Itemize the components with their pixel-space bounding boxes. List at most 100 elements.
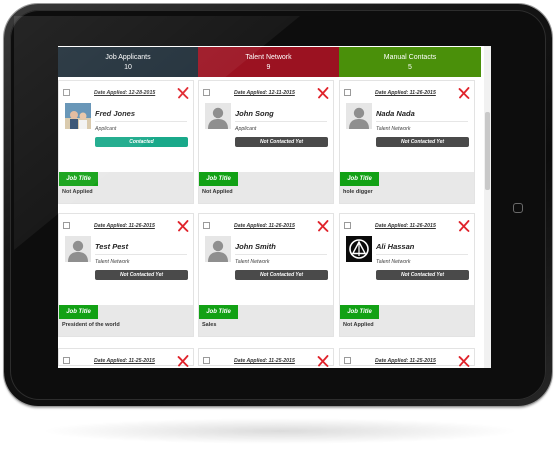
delete-x-icon[interactable] (177, 220, 189, 232)
tab-count: 5 (408, 64, 412, 71)
job-title-value: Not Applied (202, 189, 233, 195)
candidate-source: Talent Network (235, 259, 270, 265)
delete-x-icon[interactable] (177, 87, 189, 99)
select-checkbox[interactable] (203, 222, 210, 229)
select-checkbox[interactable] (344, 89, 351, 96)
candidate-card[interactable]: Date Applied: 11-26-2015 Ali Hassan Talent… (339, 213, 475, 337)
tab-count: 9 (266, 64, 271, 71)
divider (235, 121, 327, 122)
divider (376, 121, 468, 122)
select-checkbox[interactable] (203, 89, 210, 96)
candidate-card[interactable]: Date Applied: 12-11-2015 John Song Applica… (198, 80, 334, 204)
candidate-card[interactable]: Date Applied: 11-26-2015 Nada Nada Talent … (339, 80, 475, 204)
logo-avatar (346, 236, 372, 262)
person-silhouette-icon (205, 236, 231, 262)
avatar (205, 236, 231, 262)
delete-x-icon[interactable] (317, 87, 329, 99)
status-button[interactable]: Contacted (95, 137, 188, 147)
tablet-screen: Job Applicants 10 Talent Network 9 Manua… (58, 46, 491, 368)
candidate-name[interactable]: Ali Hassan (376, 242, 414, 251)
candidate-card[interactable]: Date Applied: 12-28-2015 Fred Jones Applic… (58, 80, 194, 204)
person-silhouette-icon (205, 103, 231, 129)
candidate-card[interactable]: Date Applied: 11-25-2015 (58, 348, 194, 367)
candidate-name[interactable]: Nada Nada (376, 109, 415, 118)
divider (95, 121, 187, 122)
delete-x-icon[interactable] (458, 87, 470, 99)
avatar (346, 103, 372, 129)
job-title-value: Not Applied (343, 322, 374, 328)
job-title-value: President of the world (62, 322, 120, 328)
delete-x-icon[interactable] (458, 355, 470, 367)
tab-label: Talent Network (245, 54, 292, 61)
tab-label: Job Applicants (105, 54, 151, 61)
date-applied: Date Applied: 11-26-2015 (375, 223, 436, 229)
job-title-section: Job Title Not Applied (199, 172, 333, 203)
job-title-badge: Job Title (199, 172, 238, 186)
tab-count: 10 (124, 64, 132, 71)
candidate-card[interactable]: Date Applied: 11-26-2015 Test Pest Talent … (58, 213, 194, 337)
candidate-name[interactable]: Test Pest (95, 242, 128, 251)
job-title-section: Job Title Not Applied (59, 172, 193, 203)
date-applied: Date Applied: 11-26-2015 (234, 223, 295, 229)
job-title-badge: Job Title (199, 305, 238, 319)
delete-x-icon[interactable] (177, 355, 189, 367)
status-button[interactable]: Not Contacted Yet (95, 270, 188, 280)
job-title-section: Job Title hole digger (340, 172, 474, 203)
job-title-section: Job Title Not Applied (340, 305, 474, 336)
select-checkbox[interactable] (344, 357, 351, 364)
tab-job-applicants[interactable]: Job Applicants 10 (58, 47, 198, 77)
tab-label: Manual Contacts (383, 54, 437, 61)
tab-talent-network[interactable]: Talent Network 9 (198, 47, 339, 77)
divider (95, 254, 187, 255)
scrollbar-thumb[interactable] (485, 112, 490, 190)
contact-tabs: Job Applicants 10 Talent Network 9 Manua… (58, 47, 481, 77)
tab-manual-contacts[interactable]: Manual Contacts 5 (339, 47, 481, 77)
date-applied: Date Applied: 12-11-2015 (234, 90, 295, 96)
job-title-value: Not Applied (62, 189, 93, 195)
job-title-badge: Job Title (59, 172, 98, 186)
date-applied: Date Applied: 11-25-2015 (94, 358, 155, 364)
job-title-badge: Job Title (59, 305, 98, 319)
avatar (65, 103, 91, 129)
job-title-badge: Job Title (340, 172, 379, 186)
candidate-name[interactable]: Fred Jones (95, 109, 135, 118)
home-button[interactable] (513, 203, 523, 213)
job-title-value: Sales (202, 322, 217, 328)
status-button[interactable]: Not Contacted Yet (235, 270, 328, 280)
job-title-value: hole digger (343, 189, 373, 195)
date-applied: Date Applied: 11-26-2015 (375, 90, 436, 96)
status-button[interactable]: Not Contacted Yet (376, 270, 469, 280)
device-shadow (40, 418, 520, 444)
candidate-name[interactable]: John Song (235, 109, 274, 118)
candidate-source: Applicant (235, 126, 257, 132)
avatar (65, 236, 91, 262)
status-button[interactable]: Not Contacted Yet (376, 137, 469, 147)
delete-x-icon[interactable] (317, 355, 329, 367)
candidate-card[interactable]: Date Applied: 11-25-2015 (198, 348, 334, 367)
candidate-card[interactable]: Date Applied: 11-25-2015 (339, 348, 475, 367)
candidate-source: Talent Network (95, 259, 130, 265)
job-title-section: Job Title President of the world (59, 305, 193, 336)
status-button[interactable]: Not Contacted Yet (235, 137, 328, 147)
delete-x-icon[interactable] (317, 220, 329, 232)
select-checkbox[interactable] (344, 222, 351, 229)
candidate-name[interactable]: John Smith (235, 242, 276, 251)
divider (235, 254, 327, 255)
select-checkbox[interactable] (63, 222, 70, 229)
candidate-source: Talent Network (376, 126, 411, 132)
date-applied: Date Applied: 12-28-2015 (94, 90, 156, 96)
job-title-badge: Job Title (340, 305, 379, 319)
select-checkbox[interactable] (203, 357, 210, 364)
date-applied: Date Applied: 11-25-2015 (234, 358, 295, 364)
select-checkbox[interactable] (63, 89, 70, 96)
person-silhouette-icon (346, 103, 372, 129)
scrollbar-track[interactable] (484, 46, 491, 368)
delete-x-icon[interactable] (458, 220, 470, 232)
job-title-section: Job Title Sales (199, 305, 333, 336)
avatar (205, 103, 231, 129)
avatar (346, 236, 372, 262)
candidate-source: Talent Network (376, 259, 411, 265)
candidate-card[interactable]: Date Applied: 11-26-2015 John Smith Talent… (198, 213, 334, 337)
select-checkbox[interactable] (63, 357, 70, 364)
date-applied: Date Applied: 11-25-2015 (375, 358, 436, 364)
